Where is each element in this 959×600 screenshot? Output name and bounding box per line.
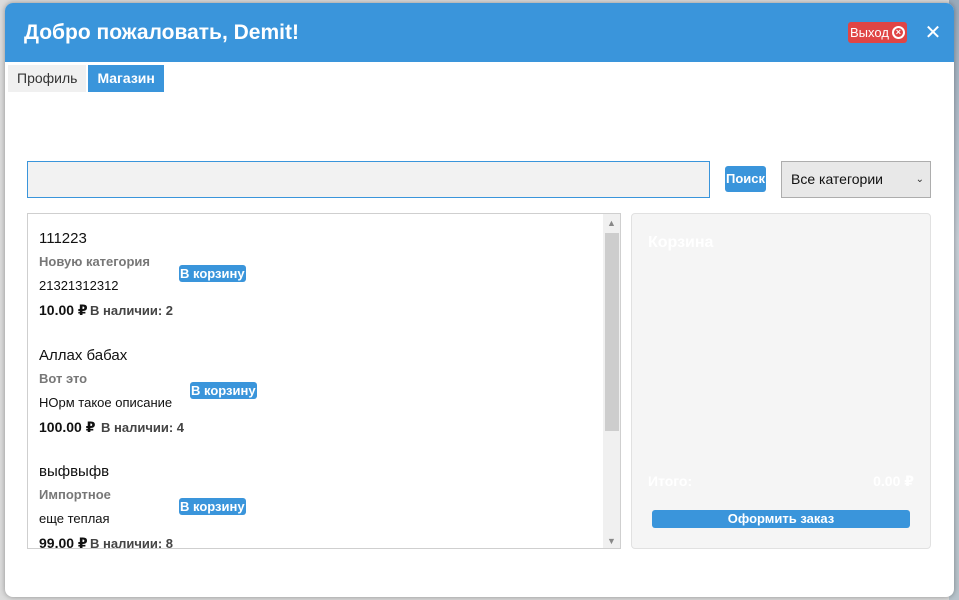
product-list-scrollbar[interactable]: ▲ ▼ <box>603 214 620 548</box>
product-name: выфвыфв <box>39 463 110 480</box>
product-stock: В наличии: 8 <box>90 536 174 549</box>
product-description: 21321312312 <box>39 278 119 293</box>
cart-total-value: 0.00 ₽ <box>873 473 914 489</box>
chevron-down-icon: ⌄ <box>915 174 924 185</box>
close-circle-icon: × <box>891 26 905 39</box>
product-category: Вот это <box>39 371 88 386</box>
scroll-down-icon[interactable]: ▼ <box>603 534 620 548</box>
product-price: 100.00 ₽ <box>39 419 96 435</box>
tab-shop[interactable]: Магазин <box>88 65 164 92</box>
tab-profile[interactable]: Профиль <box>8 65 87 92</box>
add-to-cart-button[interactable]: В корзину <box>179 498 246 515</box>
cart-total-label: Итого: <box>648 473 693 489</box>
logout-label: Выход <box>850 25 889 40</box>
logout-button[interactable]: Выход × <box>848 22 907 43</box>
close-icon: ✕ <box>924 22 942 44</box>
scroll-up-icon[interactable]: ▲ <box>603 216 620 230</box>
product-name: Аллах бабах <box>39 347 128 364</box>
product-stock: В наличии: 4 <box>101 420 185 435</box>
tab-bar: Профиль Магазин <box>8 65 164 92</box>
window-title: Добро пожаловать, Demit! <box>24 21 299 44</box>
product-category: Новую категория <box>39 254 150 269</box>
search-button[interactable]: Поиск <box>725 166 766 192</box>
product-stock: В наличии: 2 <box>90 303 174 318</box>
title-bar: Добро пожаловать, Demit! Выход × ✕ <box>5 3 954 62</box>
cart-title: Корзина <box>648 234 714 251</box>
search-input[interactable] <box>27 161 710 198</box>
product-category: Импортное <box>39 487 111 502</box>
product-name: 111223 <box>39 230 87 247</box>
cart-panel: Корзина Итого: 0.00 ₽ Оформить заказ <box>631 213 931 549</box>
add-to-cart-button[interactable]: В корзину <box>190 382 257 399</box>
product-description: НОрм такое описание <box>39 395 173 410</box>
product-price: 99.00 ₽ <box>39 535 88 549</box>
product-list: 111223 Новую категория 21321312312 10.00… <box>27 213 621 549</box>
product-price: 10.00 ₽ <box>39 302 88 318</box>
category-dropdown[interactable]: Все категории ⌄ <box>781 161 931 198</box>
category-selected-value: Все категории <box>791 171 883 187</box>
product-description: еще теплая <box>39 511 110 526</box>
close-window-button[interactable]: ✕ <box>923 23 943 43</box>
checkout-button[interactable]: Оформить заказ <box>652 510 910 528</box>
add-to-cart-button[interactable]: В корзину <box>179 265 246 282</box>
scroll-thumb[interactable] <box>605 233 619 431</box>
main-window: Добро пожаловать, Demit! Выход × ✕ Профи… <box>5 3 954 597</box>
